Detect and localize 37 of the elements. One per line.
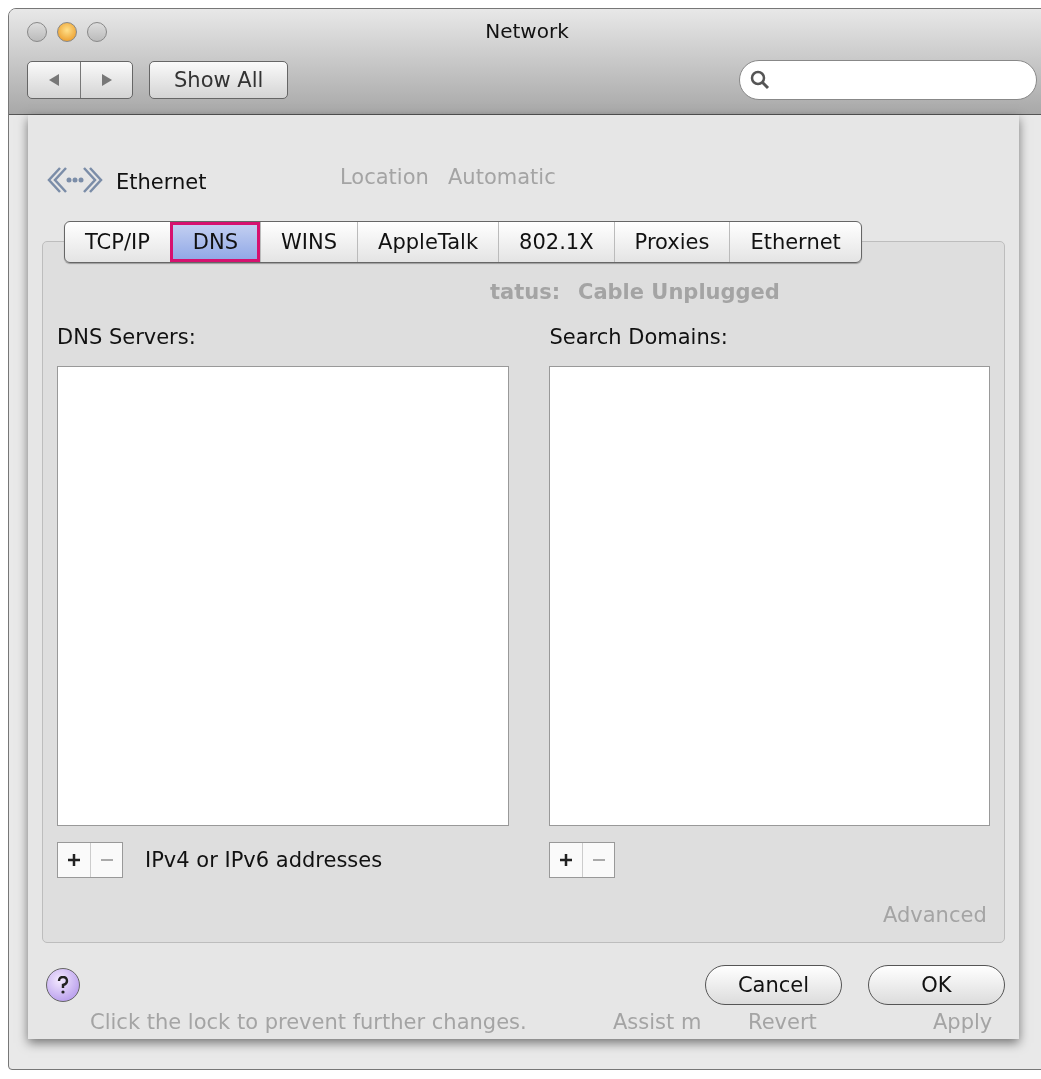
tab[interactable]: Proxies (613, 222, 730, 262)
show-all-button[interactable]: Show All (149, 61, 289, 99)
tab[interactable]: 802.1X (498, 222, 614, 262)
minimize-button[interactable] (57, 22, 77, 42)
apply-label: Apply (933, 1010, 993, 1034)
location-label: Location (340, 165, 429, 189)
minus-icon (591, 858, 606, 862)
help-button[interactable] (46, 968, 80, 1002)
forward-arrow-icon (100, 73, 113, 87)
tab[interactable]: Ethernet (729, 222, 861, 262)
status-value: Cable Unplugged (578, 280, 780, 304)
close-button[interactable] (27, 22, 47, 42)
window-title: Network (485, 19, 569, 43)
location-value: Automatic (448, 165, 556, 189)
search-domains-label: Search Domains: (549, 324, 729, 351)
revert-label: Revert (748, 1010, 817, 1034)
search-field[interactable] (739, 60, 1037, 100)
plus-icon (67, 853, 81, 867)
status-label: tatus: (490, 280, 561, 304)
question-mark-icon (57, 976, 69, 994)
tab[interactable]: TCP/IP (65, 222, 170, 262)
service-name: Ethernet (116, 170, 207, 194)
lock-note: Click the lock to prevent further changes. (90, 1010, 527, 1034)
tab[interactable]: WINS (260, 222, 358, 262)
zoom-button[interactable] (87, 22, 107, 42)
back-arrow-icon (48, 73, 60, 87)
dialog-button[interactable]: Cancel (705, 965, 842, 1005)
plus-icon (559, 853, 574, 867)
address-hint: IPv4 or IPv6 addresses (145, 848, 383, 872)
dns-servers-label: DNS Servers: (57, 324, 197, 351)
search-icon (750, 70, 770, 90)
advanced-label: Advanced (883, 903, 987, 927)
tab[interactable]: AppleTalk (357, 222, 499, 262)
dialog-button[interactable]: OK (868, 965, 1005, 1005)
tab[interactable]: DNS (169, 222, 261, 262)
minus-icon (99, 858, 114, 862)
assist-label: Assist m (613, 1010, 702, 1034)
